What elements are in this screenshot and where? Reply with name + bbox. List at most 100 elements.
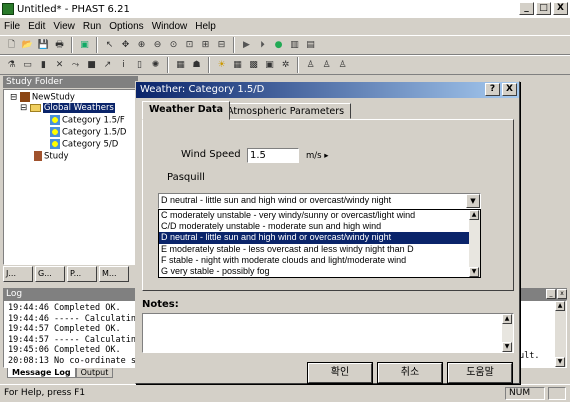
lock-icon-3[interactable]: ♙ — [335, 58, 350, 73]
report-icon[interactable]: ▤ — [303, 38, 318, 53]
tab-m[interactable]: M... — [99, 266, 129, 282]
chevron-down-icon[interactable]: ▼ — [466, 194, 480, 208]
tree-item-category-15f[interactable]: Category 1.5/F — [50, 115, 125, 127]
list-item[interactable]: C/D moderately unstable - moderate sun a… — [159, 221, 480, 232]
minimize-button[interactable]: _ — [519, 2, 534, 15]
app-titlebar: Untitled* - PHAST 6.21 _ □ X — [0, 0, 570, 18]
grid-icon[interactable]: ▣ — [262, 58, 277, 73]
tree-item-global-weathers[interactable]: ⊟ Global Weathers — [20, 103, 115, 114]
cylinder-icon[interactable]: ▯ — [132, 58, 147, 73]
close-button[interactable]: X — [553, 2, 568, 15]
run-all-icon[interactable]: ⏵ — [255, 38, 270, 53]
tree-item-newstudy[interactable]: ⊟ NewStudy — [10, 92, 75, 104]
tab-p[interactable]: P... — [67, 266, 97, 282]
study-tree: ⊟ NewStudy ⊟ Global Weathers Category 1.… — [3, 89, 138, 265]
app-title: Untitled* - PHAST 6.21 — [17, 3, 130, 15]
tab-message-log[interactable]: Message Log — [7, 368, 76, 378]
tab-output[interactable]: Output — [75, 368, 114, 378]
menu-options[interactable]: Options — [109, 21, 143, 32]
ok-button[interactable]: 확인 — [308, 363, 372, 383]
log-close-button[interactable]: x — [557, 289, 567, 299]
scroll-up-icon[interactable]: ▲ — [469, 210, 479, 220]
menu-view[interactable]: View — [53, 21, 75, 32]
zoom-icon[interactable]: ⊙ — [166, 38, 181, 53]
wind-speed-unit-button[interactable]: m/s ▸ — [306, 151, 329, 161]
zoom-extent-icon[interactable]: ⊞ — [198, 38, 213, 53]
lock-icon-2[interactable]: ♙ — [319, 58, 334, 73]
log-minimize-button[interactable]: _ — [546, 289, 556, 299]
tab-j[interactable]: J... — [3, 266, 33, 282]
pointer-icon[interactable]: ↖ — [102, 38, 117, 53]
chart-icon[interactable]: ▥ — [287, 38, 302, 53]
zoom-in-icon[interactable]: ⊕ — [134, 38, 149, 53]
scroll-down-icon[interactable]: ▼ — [502, 342, 512, 352]
pipe-icon[interactable]: ▭ — [20, 58, 35, 73]
study-icon[interactable]: ▣ — [77, 38, 92, 53]
zoom-window-icon[interactable]: ⊡ — [182, 38, 197, 53]
scroll-up-icon[interactable]: ▲ — [502, 314, 512, 324]
menu-file[interactable]: File — [4, 21, 20, 32]
log-tabs: Message Log Output — [7, 368, 114, 378]
settings-icon[interactable]: ✲ — [278, 58, 293, 73]
scroll-up-icon[interactable]: ▲ — [555, 301, 565, 311]
new-icon[interactable]: 🗋 — [4, 38, 19, 53]
print-icon[interactable]: 🖶 — [52, 38, 67, 53]
wind-speed-input[interactable]: 1.5 — [247, 148, 299, 163]
pasquill-dropdown-list[interactable]: C moderately unstable - very windy/sunny… — [158, 209, 481, 278]
toolbar-main: 🗋 📂 💾 🖶 ▣ ↖ ✥ ⊕ ⊖ ⊙ ⊡ ⊞ ⊟ ▶ ⏵ ● ▥ ▤ — [0, 35, 570, 55]
area-icon[interactable]: ☗ — [189, 58, 204, 73]
weather-icon[interactable]: ☀ — [214, 58, 229, 73]
list-item[interactable]: E moderately stable - less overcast and … — [159, 244, 480, 255]
tree-item-study[interactable]: Study — [34, 151, 69, 163]
log-scrollbar[interactable]: ▲ ▼ — [555, 301, 566, 367]
menu-run[interactable]: Run — [83, 21, 101, 32]
map-icon[interactable]: ▩ — [246, 58, 261, 73]
list-item[interactable]: G very stable - possibly fog — [159, 266, 480, 277]
vessel-icon[interactable]: ⚗ — [4, 58, 19, 73]
tab-g[interactable]: G... — [35, 266, 65, 282]
relief-icon[interactable]: ↗ — [100, 58, 115, 73]
open-icon[interactable]: 📂 — [20, 38, 35, 53]
notes-textarea[interactable] — [142, 313, 514, 353]
pan-icon[interactable]: ✥ — [118, 38, 133, 53]
tank-icon[interactable]: ▮ — [36, 58, 51, 73]
status-bar: For Help, press F1 NUM — [0, 384, 570, 402]
study-folder-tabs: J... G... P... M... — [3, 266, 138, 282]
fire-icon[interactable]: ✺ — [148, 58, 163, 73]
building-icon[interactable]: ▦ — [173, 58, 188, 73]
weather-icon — [50, 139, 60, 149]
parameters-icon[interactable]: ▦ — [230, 58, 245, 73]
tree-item-category-5d[interactable]: Category 5/D — [50, 139, 118, 151]
status-help-text: For Help, press F1 — [4, 388, 86, 398]
menu-help[interactable]: Help — [195, 21, 216, 32]
dropdown-scrollbar[interactable]: ▲ ▼ — [469, 210, 480, 277]
lock-icon-1[interactable]: ♙ — [303, 58, 318, 73]
list-item[interactable]: C moderately unstable - very windy/sunny… — [159, 210, 480, 221]
zoom-out-icon[interactable]: ⊖ — [150, 38, 165, 53]
tree-item-category-15d[interactable]: Category 1.5/D — [50, 127, 126, 139]
save-icon[interactable]: 💾 — [36, 38, 51, 53]
info-icon[interactable]: i — [116, 58, 131, 73]
maximize-button[interactable]: □ — [536, 2, 551, 15]
tab-weather-data[interactable]: Weather Data — [142, 101, 230, 120]
globe-icon[interactable]: ● — [271, 38, 286, 53]
menu-edit[interactable]: Edit — [28, 21, 45, 32]
cancel-button[interactable]: 취소 — [378, 363, 442, 383]
scroll-down-icon[interactable]: ▼ — [555, 357, 565, 367]
dialog-close-button[interactable]: X — [502, 83, 517, 96]
pasquill-combobox[interactable]: D neutral - little sun and high wind or … — [158, 193, 481, 209]
tab-atmospheric-parameters[interactable]: Atmospheric Parameters — [220, 103, 352, 119]
zoom-prev-icon[interactable]: ⊟ — [214, 38, 229, 53]
notes-scrollbar[interactable]: ▲ ▼ — [502, 314, 513, 352]
block-icon[interactable]: ■ — [84, 58, 99, 73]
help-button[interactable]: 도움말 — [448, 363, 512, 383]
valve-icon[interactable]: ✕ — [52, 58, 67, 73]
scroll-down-icon[interactable]: ▼ — [469, 267, 479, 277]
menu-window[interactable]: Window — [152, 21, 188, 32]
leak-icon[interactable]: ⤳ — [68, 58, 83, 73]
list-item-selected[interactable]: D neutral - little sun and high wind or … — [159, 232, 480, 244]
run-icon[interactable]: ▶ — [239, 38, 254, 53]
dialog-help-button[interactable]: ? — [485, 83, 500, 96]
menu-bar: File Edit View Run Options Window Help — [0, 18, 570, 34]
list-item[interactable]: F stable - night with moderate clouds an… — [159, 255, 480, 266]
